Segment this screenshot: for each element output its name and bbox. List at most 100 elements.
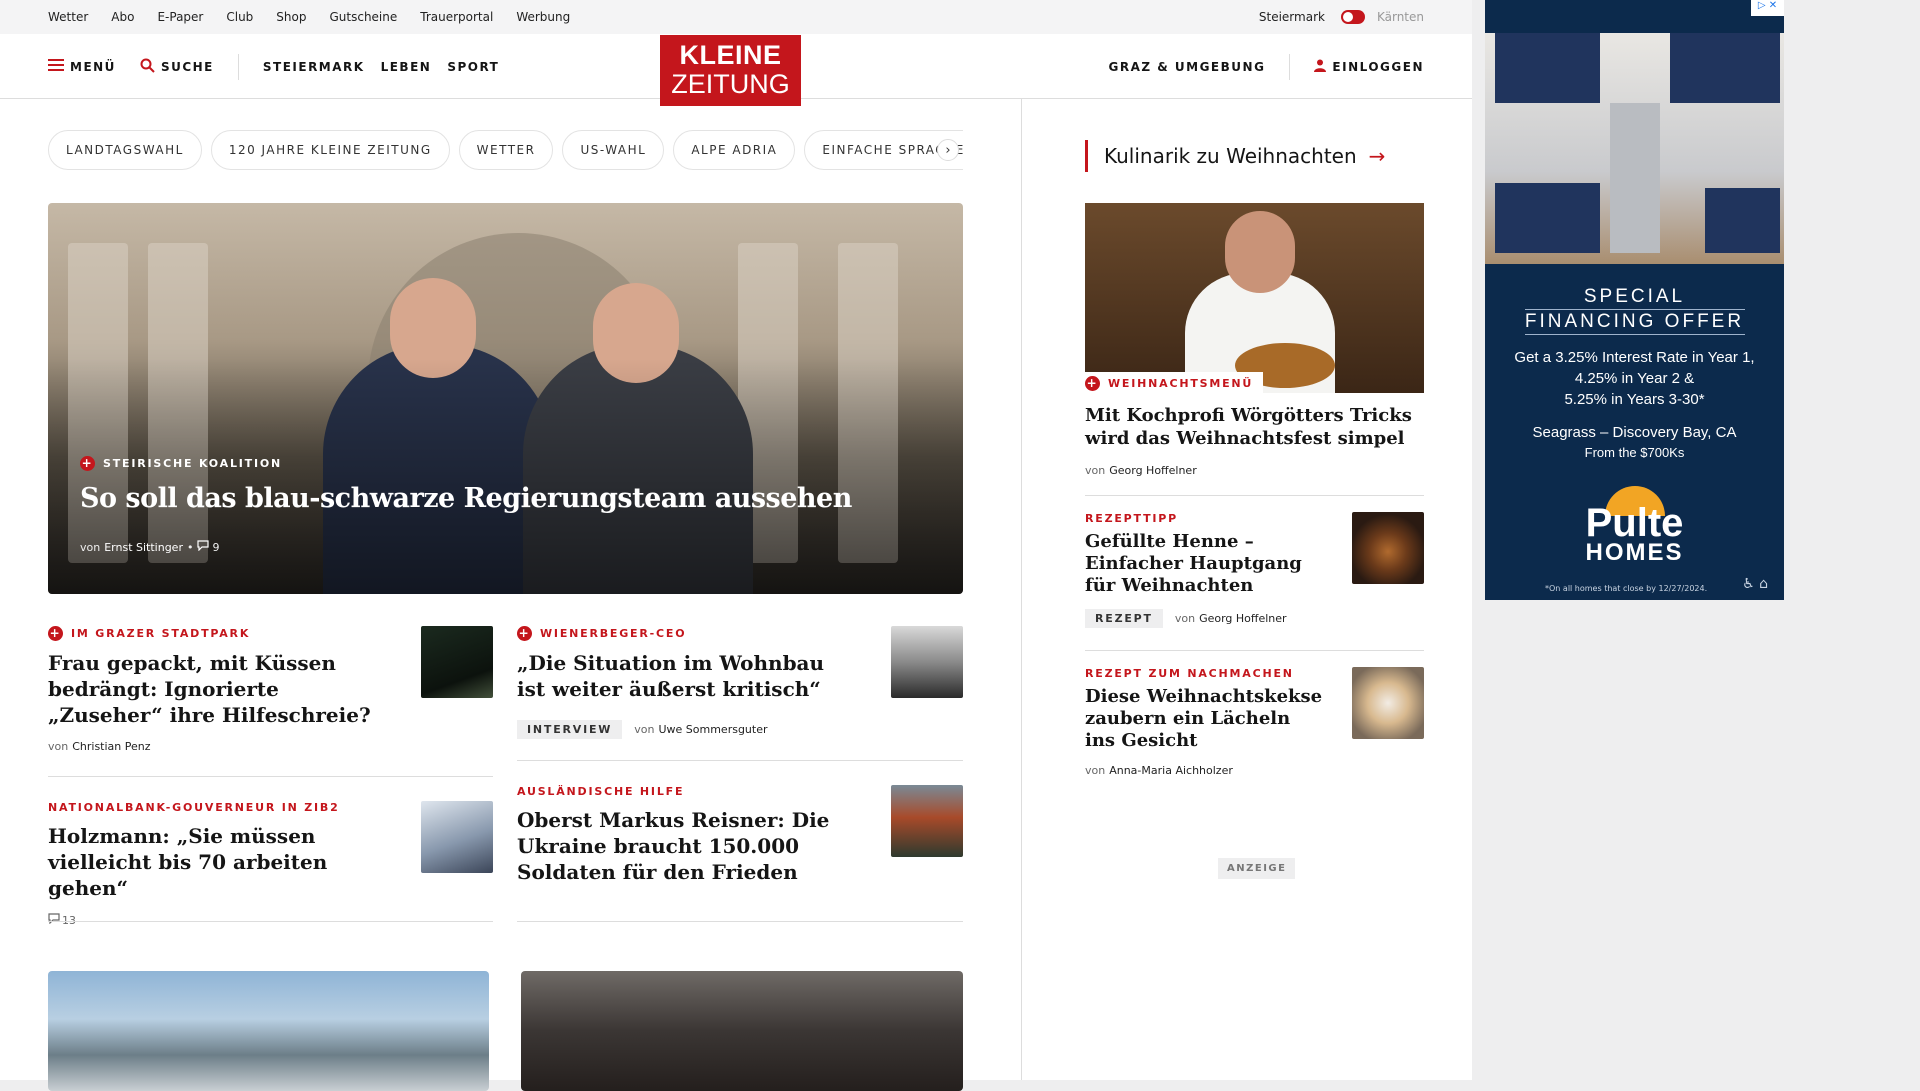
search-button[interactable]: SUCHE: [140, 58, 214, 76]
hero-comment-count[interactable]: 9: [212, 541, 219, 554]
nav-leben[interactable]: LEBEN: [381, 60, 432, 74]
hero-article[interactable]: + STEIRISCHE KOALITION So soll das blau-…: [48, 203, 963, 594]
nav-sport[interactable]: SPORT: [447, 60, 499, 74]
hero-author[interactable]: Ernst Sittinger: [104, 541, 183, 554]
sidebar-article[interactable]: REZEPT ZUM NACHMACHEN Diese Weihnachtske…: [1085, 667, 1325, 777]
article-card[interactable]: NATIONALBANK-GOUVERNEUR IN ZIB2 Holzmann…: [48, 801, 398, 927]
chip-alpe-adria[interactable]: ALPE ADRIA: [673, 130, 796, 170]
util-link-abo[interactable]: Abo: [111, 10, 134, 24]
utility-bar: Wetter Abo E-Paper Club Shop Gutscheine …: [0, 0, 1472, 34]
sidebar-lead-kicker: + WEIHNACHTSMENÜ: [1085, 372, 1264, 395]
hero-title[interactable]: So soll das blau-schwarze Regierungsteam…: [80, 483, 852, 514]
article-meta: INTERVIEW von Uwe Sommersguter: [517, 720, 847, 739]
nav-graz-umgebung[interactable]: GRAZ & UMGEBUNG: [1109, 60, 1266, 74]
hero-meta: von Ernst Sittinger • 9: [80, 540, 852, 554]
article-thumbnail[interactable]: [1352, 667, 1424, 739]
article-thumbnail[interactable]: [421, 801, 493, 873]
util-link-wetter[interactable]: Wetter: [48, 10, 88, 24]
section-title-label: Kulinarik zu Weihnachten: [1104, 144, 1357, 168]
menu-button[interactable]: MENÜ: [48, 59, 116, 74]
util-link-gutscheine[interactable]: Gutscheine: [329, 10, 397, 24]
article-title[interactable]: Holzmann: „Sie müssen vielleicht bis 70 …: [48, 823, 398, 901]
ad-brand-1: Pulte: [1585, 501, 1684, 545]
byline-prefix: von: [80, 540, 101, 554]
article-card[interactable]: + WIENERBEGER-CEO „Die Situation im Wohn…: [517, 626, 847, 739]
region-toggle[interactable]: [1340, 10, 1365, 24]
article-title[interactable]: Oberst Markus Reisner: Die Ukraine brauc…: [517, 807, 847, 885]
sidebar-lead-image[interactable]: [1085, 203, 1424, 393]
divider: [517, 760, 963, 761]
chip-120-jahre[interactable]: 120 JAHRE KLEINE ZEITUNG: [210, 130, 450, 170]
byline-prefix: von: [48, 740, 69, 753]
article-author[interactable]: Anna-Maria Aichholzer: [1109, 764, 1233, 777]
article-image[interactable]: [48, 971, 489, 1091]
article-card[interactable]: + IM GRAZER STADTPARK Frau gepackt, mit …: [48, 626, 388, 753]
util-link-werbung[interactable]: Werbung: [516, 10, 570, 24]
login-button[interactable]: EINLOGGEN: [1314, 59, 1424, 75]
sidebar-lead-kicker-label: WEIHNACHTSMENÜ: [1108, 377, 1254, 390]
chip-wetter[interactable]: WETTER: [458, 130, 554, 170]
article-kicker: + IM GRAZER STADTPARK: [48, 626, 388, 641]
article-thumbnail[interactable]: [891, 785, 963, 857]
site-logo[interactable]: KLEINE ZEITUNG: [660, 35, 801, 106]
byline-prefix: von: [1085, 764, 1106, 777]
article-title[interactable]: „Die Situation im Wohnbau ist weiter äuß…: [517, 650, 847, 702]
article-kicker-label: IM GRAZER STADTPARK: [71, 627, 251, 640]
user-icon: [1314, 59, 1327, 75]
article-tag[interactable]: INTERVIEW: [517, 720, 623, 739]
chevron-right-icon: ›: [945, 142, 951, 158]
article-card[interactable]: AUSLÄNDISCHE HILFE Oberst Markus Reisner…: [517, 785, 847, 885]
nav-steiermark[interactable]: STEIERMARK: [263, 60, 365, 74]
section-title[interactable]: Kulinarik zu Weihnachten →: [1085, 140, 1385, 172]
region-inactive-label[interactable]: Kärnten: [1377, 10, 1424, 24]
article-title[interactable]: Gefüllte Henne – Einfacher Hauptgang für…: [1085, 531, 1325, 597]
article-author[interactable]: Georg Hoffelner: [1199, 612, 1287, 625]
logo-line-1: KLEINE: [679, 40, 782, 70]
ad-line-1: SPECIAL: [1583, 286, 1686, 307]
article-kicker: AUSLÄNDISCHE HILFE: [517, 785, 847, 798]
article-thumbnail[interactable]: [891, 626, 963, 698]
logo-line-2: ZEITUNG: [671, 69, 790, 99]
ad-choices-icon[interactable]: ▷ ✕: [1751, 0, 1784, 16]
util-link-club[interactable]: Club: [226, 10, 253, 24]
advertisement-banner[interactable]: ▷ ✕ SPECIAL FINANCING OFFER Get a 3.25% …: [1485, 0, 1784, 600]
article-author[interactable]: Uwe Sommersguter: [658, 723, 767, 736]
sidebar-lead-article[interactable]: Mit Kochprofi Wörgötters Tricks wird das…: [1085, 396, 1424, 477]
article-kicker-label: NATIONALBANK-GOUVERNEUR IN ZIB2: [48, 801, 340, 814]
utility-nav: Wetter Abo E-Paper Club Shop Gutscheine …: [48, 0, 593, 34]
article-comment-count[interactable]: 13: [62, 914, 76, 927]
chips-next-button[interactable]: ›: [937, 139, 959, 161]
article-image[interactable]: [521, 971, 963, 1091]
article-title[interactable]: Diese Weihnachtskekse zaubern ein Lächel…: [1085, 686, 1325, 752]
util-link-epaper[interactable]: E-Paper: [157, 10, 203, 24]
article-meta: 13: [48, 913, 398, 927]
article-kicker: REZEPT ZUM NACHMACHEN: [1085, 667, 1325, 680]
article-kicker: REZEPTTIPP: [1085, 512, 1325, 525]
ad-label: ANZEIGE: [1218, 858, 1296, 879]
ad-line-2: FINANCING OFFER: [1524, 311, 1745, 332]
ad-image-cabinet: [1705, 188, 1780, 253]
chip-us-wahl[interactable]: US-WAHL: [562, 130, 665, 170]
hamburger-icon: [48, 59, 64, 74]
news-site: Wetter Abo E-Paper Club Shop Gutscheine …: [0, 0, 1472, 1091]
article-title[interactable]: Frau gepackt, mit Küssen bedrängt: Ignor…: [48, 650, 388, 728]
util-link-shop[interactable]: Shop: [276, 10, 306, 24]
region-switch: Steiermark Kärnten: [1259, 0, 1424, 34]
article-thumbnail[interactable]: [421, 626, 493, 698]
article-title[interactable]: Mit Kochprofi Wörgötters Tricks wird das…: [1085, 404, 1424, 450]
chip-landtagswahl[interactable]: LANDTAGSWAHL: [48, 130, 202, 170]
plus-icon: +: [48, 626, 63, 641]
plus-icon: +: [517, 626, 532, 641]
article-author[interactable]: Georg Hoffelner: [1109, 464, 1197, 477]
hero-kicker: + STEIRISCHE KOALITION: [80, 456, 852, 471]
article-tag[interactable]: REZEPT: [1085, 609, 1163, 628]
article-author[interactable]: Christian Penz: [72, 740, 150, 753]
ad-rate-line: 4.25% in Year 2 &: [1574, 370, 1695, 387]
ad-location: Seagrass – Discovery Bay, CA: [1532, 424, 1737, 441]
article-thumbnail[interactable]: [1352, 512, 1424, 584]
sidebar-article[interactable]: REZEPTTIPP Gefüllte Henne – Einfacher Ha…: [1085, 512, 1325, 628]
util-link-trauerportal[interactable]: Trauerportal: [420, 10, 493, 24]
plus-icon: +: [1085, 376, 1100, 391]
main-header: MENÜ SUCHE STEIERMARK LEBEN SPORT KLEINE…: [0, 34, 1472, 106]
ad-image-fridge: [1610, 103, 1660, 253]
